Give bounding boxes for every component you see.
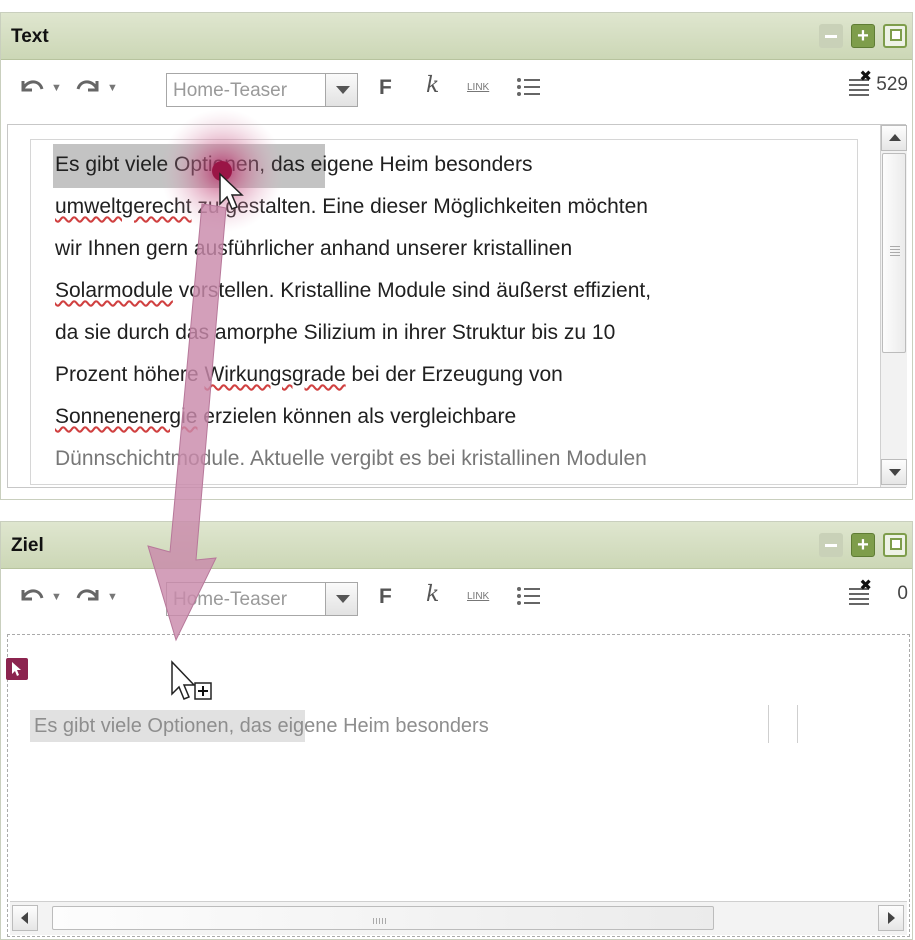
scroll-thumb[interactable]: [882, 153, 906, 353]
text-editor-frame: Es gibt viele Optionen, das eigene Heim …: [7, 124, 907, 488]
scroll-down-button[interactable]: [881, 459, 907, 485]
scroll-up-button[interactable]: [881, 125, 907, 151]
drop-position-marker-icon: [6, 658, 28, 680]
text-line-rest: zu gestalten. Eine dieser Möglichkeiten …: [191, 195, 648, 218]
text-line: da sie durch das amorphe Silizium in ihr…: [55, 321, 616, 344]
text-line: Es gibt viele Optionen, das eigene Heim …: [55, 153, 533, 176]
drop-target-editor[interactable]: Es gibt viele Optionen, das eigene Heim …: [7, 634, 910, 937]
target-panel: Ziel + ▼ ▼ Home-Teaser F k LINK ✖ 0 Es g…: [0, 521, 913, 940]
target-toolbar: ▼ ▼ Home-Teaser F k LINK ✖ 0: [1, 569, 912, 621]
restore-icon[interactable]: [883, 533, 907, 557]
misspelled-word[interactable]: Sonnenenergie: [55, 405, 197, 428]
text-line-rest: vorstellen. Kristalline Module sind äuße…: [172, 279, 652, 302]
character-counter: 0: [897, 583, 908, 604]
style-select[interactable]: Home-Teaser: [166, 73, 358, 107]
top-strip: [0, 0, 915, 12]
redo-dropdown-icon[interactable]: ▼: [107, 591, 118, 603]
text-line: umweltgerecht zu gestalten. Eine dieser …: [55, 195, 648, 219]
bullet-list-icon[interactable]: [516, 584, 542, 608]
text-panel: Text + ▼ ▼ Home-Teaser F k LINK ✖ 529 Es…: [0, 12, 913, 500]
scroll-thumb[interactable]: [52, 906, 714, 930]
dragged-text-selected: Es gibt viele Optionen: [34, 715, 229, 737]
text-line: Solarmodule vorstellen. Kristalline Modu…: [55, 279, 651, 303]
text-line: Prozent höhere Wirkungsgrade bei der Erz…: [55, 363, 563, 387]
bold-button[interactable]: F: [379, 585, 392, 609]
word-count-icon[interactable]: ✖: [846, 68, 872, 96]
redo-icon[interactable]: [75, 585, 101, 607]
target-panel-header: Ziel +: [1, 522, 912, 569]
dragged-text-rest: , das eigene Heim besonders: [228, 715, 489, 737]
text-editor[interactable]: Es gibt viele Optionen, das eigene Heim …: [30, 139, 858, 485]
panel-title: Text: [11, 26, 49, 47]
text-line-rest: erzielen können als vergleichbare: [197, 405, 517, 428]
style-select-value: Home-Teaser: [173, 80, 288, 101]
style-select[interactable]: Home-Teaser: [166, 582, 358, 616]
link-button[interactable]: LINK: [467, 591, 489, 602]
minimize-icon[interactable]: [819, 533, 843, 557]
maximize-icon[interactable]: +: [851, 533, 875, 557]
scroll-right-button[interactable]: [878, 905, 904, 931]
text-line-rest: Prozent höhere: [55, 363, 205, 386]
panel-title: Ziel: [11, 535, 44, 556]
text-line: Sonnenenergie erzielen können als vergle…: [55, 405, 516, 429]
redo-dropdown-icon[interactable]: ▼: [107, 82, 118, 94]
dragged-text-preview: Es gibt viele Optionen, das eigene Heim …: [34, 715, 489, 738]
maximize-icon[interactable]: +: [851, 24, 875, 48]
italic-button[interactable]: k: [426, 582, 439, 607]
scroll-left-button[interactable]: [12, 905, 38, 931]
style-select-value: Home-Teaser: [173, 589, 288, 610]
misspelled-word[interactable]: Solarmodule: [55, 279, 173, 302]
text-panel-header: Text +: [1, 13, 912, 60]
character-counter: 529: [876, 74, 908, 95]
redo-icon[interactable]: [75, 76, 101, 98]
link-button[interactable]: LINK: [467, 82, 489, 93]
word-count-icon[interactable]: ✖: [846, 577, 872, 605]
bold-button[interactable]: F: [379, 76, 392, 100]
minimize-icon[interactable]: [819, 24, 843, 48]
undo-icon[interactable]: [19, 585, 45, 607]
bullet-list-icon[interactable]: [516, 75, 542, 99]
chevron-down-icon[interactable]: [325, 583, 357, 615]
italic-button[interactable]: k: [426, 73, 439, 98]
undo-dropdown-icon[interactable]: ▼: [51, 591, 62, 603]
text-toolbar: ▼ ▼ Home-Teaser F k LINK ✖ 529: [1, 60, 912, 112]
restore-icon[interactable]: [883, 24, 907, 48]
misspelled-word[interactable]: umweltgerecht: [55, 195, 192, 218]
drop-caret: [768, 705, 798, 743]
text-line: wir Ihnen gern ausführlicher anhand unse…: [55, 237, 573, 260]
vertical-scrollbar[interactable]: [880, 125, 907, 487]
chevron-down-icon[interactable]: [325, 74, 357, 106]
text-line-cut: Dünnschichtmodule. Aktuelle vergibt es b…: [55, 447, 647, 470]
horizontal-scrollbar[interactable]: [10, 901, 907, 935]
undo-dropdown-icon[interactable]: ▼: [51, 82, 62, 94]
misspelled-word[interactable]: Wirkungsgrade: [204, 363, 345, 386]
text-line-rest: bei der Erzeugung von: [345, 363, 563, 386]
undo-icon[interactable]: [19, 76, 45, 98]
